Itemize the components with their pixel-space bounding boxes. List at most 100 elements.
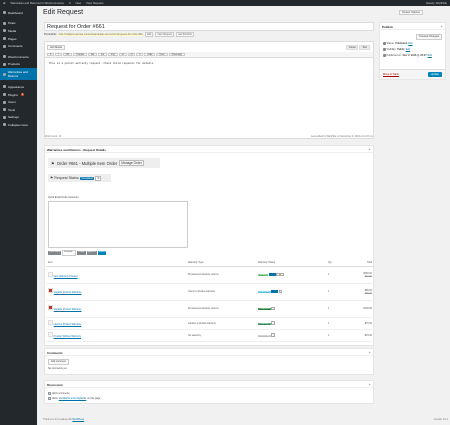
add-comment-button[interactable]: Add comment xyxy=(48,359,69,365)
post-title-input[interactable]: Request for Order #661 xyxy=(44,22,374,31)
menu-comments[interactable]: Comments xyxy=(0,42,37,50)
menu-label: Media xyxy=(8,28,17,33)
wordpress-link[interactable]: WordPress xyxy=(72,418,84,421)
qt-bold-button[interactable]: b xyxy=(47,52,55,56)
item-qty: 1 xyxy=(326,329,346,342)
edit-icon[interactable] xyxy=(271,306,275,311)
tab-text[interactable]: Text xyxy=(359,45,370,50)
menu-label: Pages xyxy=(8,36,17,41)
items-table: Item Warranty Type Warranty Status Qty T… xyxy=(46,260,374,342)
comments-count[interactable]: 0 xyxy=(69,1,71,5)
view-request-button[interactable]: View Request xyxy=(155,32,174,37)
update-button[interactable]: Update xyxy=(427,72,442,77)
warranty-status-badge[interactable]: Completed xyxy=(258,322,271,325)
warranty-status-badge[interactable]: Completed xyxy=(258,308,271,311)
request-status-badge[interactable]: Completed xyxy=(79,176,95,180)
qt-ul-button[interactable]: ul xyxy=(118,52,127,56)
collapse-arrow-icon[interactable]: ▲ xyxy=(369,351,371,354)
comments-header[interactable]: Comments ▲ xyxy=(45,349,373,356)
status-action-button[interactable] xyxy=(268,272,276,277)
menu-label: Products xyxy=(8,62,20,67)
qt-close-tags-button[interactable]: close tags xyxy=(168,52,185,56)
edit-icon[interactable] xyxy=(271,321,275,325)
warranty-status-badge[interactable]: Processing xyxy=(258,291,271,294)
item-name-link[interactable]: New Warranty Product xyxy=(54,275,78,278)
qt-more-button[interactable]: more xyxy=(156,52,168,56)
publish-header[interactable]: Publish ▲ xyxy=(380,23,445,30)
menu-media[interactable]: Media xyxy=(0,27,37,35)
qt-italic-button[interactable]: i xyxy=(55,52,62,56)
request-details-title: Warranties and Returns - Request Details xyxy=(47,148,106,152)
more-icon[interactable] xyxy=(280,272,284,277)
permalink-url[interactable]: http://mikigora.dev/wp-content/warrantie… xyxy=(58,33,144,36)
menu-collapse[interactable]: Collapse menu xyxy=(0,121,37,129)
menu-products[interactable]: Products xyxy=(0,61,37,69)
item-name-link[interactable]: Product Without Warranty xyxy=(54,335,81,338)
allow-comments-row: ✓ Allow comments. xyxy=(48,392,70,395)
move-to-trash-link[interactable]: Move to Trash xyxy=(383,73,399,76)
menu-plugins[interactable]: Plugins 1 xyxy=(0,91,37,99)
qt-ins-button[interactable]: ins xyxy=(98,52,108,56)
menu-woocommerce[interactable]: WooCommerce xyxy=(0,53,37,61)
howdy-user[interactable]: Howdy, WarthMe xyxy=(426,1,447,5)
add-media-button[interactable]: Add Media xyxy=(47,45,65,50)
item-qty: 1 xyxy=(326,266,346,284)
preview-changes-button[interactable]: Preview Changes xyxy=(416,34,442,40)
wordpress-logo-icon[interactable]: ⊕ xyxy=(3,1,5,5)
edit-icon[interactable] xyxy=(271,333,275,337)
get-shortlink-button[interactable]: Get Shortlink xyxy=(175,32,194,37)
qt-code-button[interactable]: code xyxy=(144,52,156,56)
menu-settings[interactable]: Settings xyxy=(0,114,37,122)
view-request-link[interactable]: View Request xyxy=(86,1,103,5)
request-details-box: Warranties and Returns - Request Details… xyxy=(44,145,374,346)
menu-appearance[interactable]: Appearance xyxy=(0,83,37,91)
warranty-status-badge[interactable]: Processing xyxy=(258,334,271,337)
screen-options-button[interactable]: Screen Options xyxy=(399,10,423,15)
allow-comments-checkbox[interactable]: ✓ xyxy=(48,392,51,395)
status-gear-icon[interactable]: ⚙ xyxy=(95,175,102,181)
editor-content[interactable]: This is a parent warranty request. Check… xyxy=(49,62,155,65)
collapse-arrow-icon[interactable]: ▲ xyxy=(369,148,371,151)
delete-button[interactable]: Delete xyxy=(77,251,86,255)
qt-blockquote-button[interactable]: b-quote xyxy=(73,52,88,56)
template-select[interactable]: Forward xyxy=(62,250,77,256)
manage-order-button[interactable]: Manage Order xyxy=(119,160,144,166)
discussion-box: Discussion ▲ ✓ Allow comments. ✓ Allow tr… xyxy=(44,380,374,404)
tab-visual[interactable]: Visual xyxy=(345,45,359,50)
item-name-link[interactable]: Lifetime Product Warranty xyxy=(54,323,82,326)
edit-visibility-link[interactable]: Edit xyxy=(406,48,410,51)
discussion-header[interactable]: Discussion ▲ xyxy=(45,381,373,388)
request-details-header[interactable]: Warranties and Returns - Request Details… xyxy=(45,146,373,153)
edit-icon[interactable] xyxy=(276,272,280,277)
menu-label: WooCommerce xyxy=(8,54,29,59)
status-action-button[interactable] xyxy=(271,289,279,294)
edit-permalink-button[interactable]: Edit xyxy=(145,32,154,37)
site-name-link[interactable]: Warranties and Returns for WooCommerce xyxy=(10,1,64,5)
menu-posts[interactable]: Posts xyxy=(0,20,37,28)
menu-warranties-returns[interactable]: Warranties and Returns xyxy=(0,68,37,81)
allow-trackbacks-checkbox[interactable]: ✓ xyxy=(48,397,51,400)
trackbacks-link[interactable]: trackbacks and pingbacks xyxy=(59,397,87,400)
qt-del-button[interactable]: del xyxy=(88,52,98,56)
quick-email-textarea[interactable] xyxy=(48,201,188,248)
send-email-button[interactable]: Send Email xyxy=(48,251,62,255)
qt-link-button[interactable]: link xyxy=(62,52,73,56)
email-tools: Send Email Forward Delete Approve Submit xyxy=(48,250,107,256)
submit-button[interactable]: Submit xyxy=(97,251,107,255)
new-link[interactable]: New xyxy=(76,1,82,5)
qt-ol-button[interactable]: ol xyxy=(127,52,136,56)
edit-status-link[interactable]: Edit xyxy=(408,42,412,45)
approve-button[interactable]: Approve xyxy=(86,251,97,255)
qt-li-button[interactable]: li xyxy=(136,52,144,56)
collapse-arrow-icon[interactable]: ▲ xyxy=(369,383,371,386)
item-qty: 1 xyxy=(326,283,346,301)
collapse-arrow-icon[interactable]: ▲ xyxy=(441,25,443,28)
qt-img-button[interactable]: img xyxy=(108,52,118,56)
edit-icon[interactable] xyxy=(278,289,283,294)
menu-tools[interactable]: Tools xyxy=(0,106,37,114)
menu-pages[interactable]: Pages xyxy=(0,35,37,43)
menu-users[interactable]: Users xyxy=(0,98,37,106)
menu-dashboard[interactable]: Dashboard xyxy=(0,9,37,17)
edit-date-link[interactable]: Edit xyxy=(428,54,432,57)
warranty-status-badge[interactable]: Pending xyxy=(258,274,269,277)
